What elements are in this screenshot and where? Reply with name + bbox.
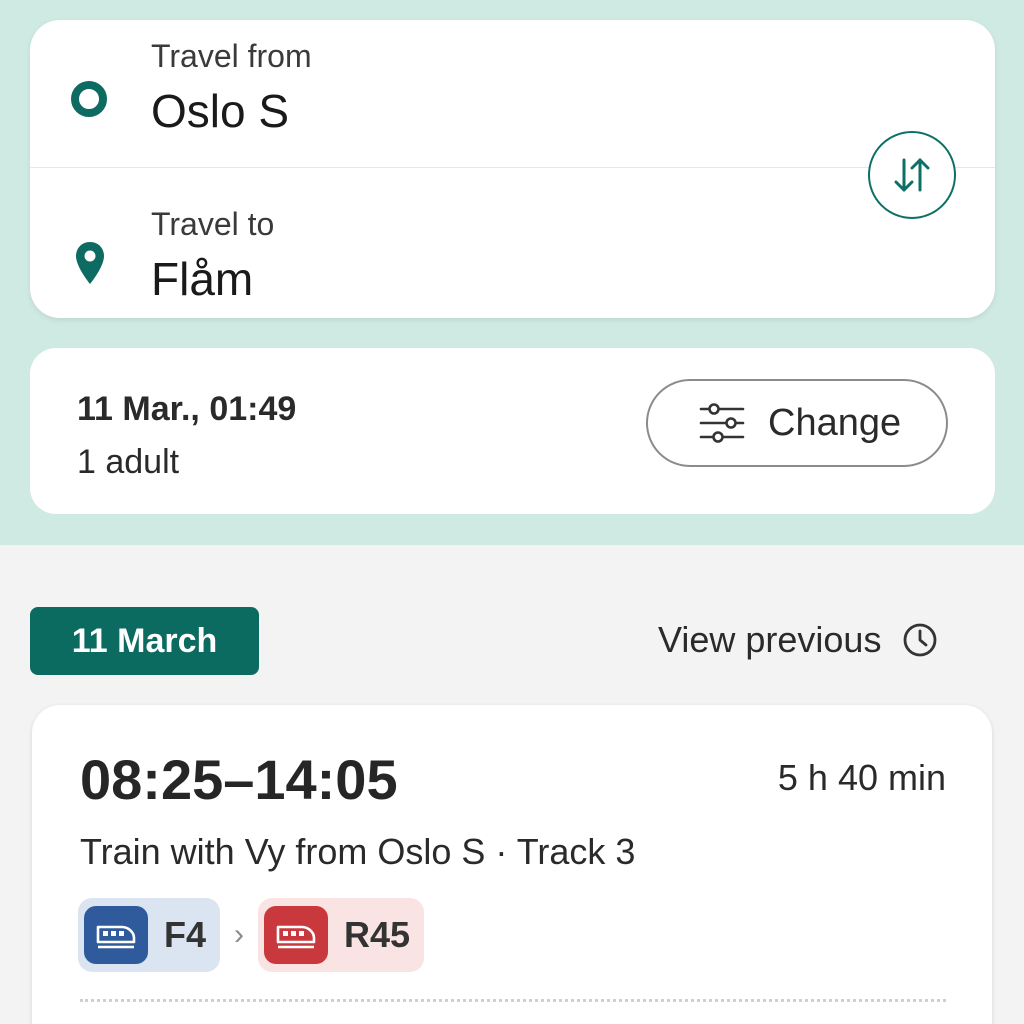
chevron-right-icon: › bbox=[234, 918, 245, 951]
leg-line-label: R45 bbox=[344, 914, 411, 955]
trip-description: Train with Vy from Oslo S · Track 3 bbox=[80, 831, 636, 872]
leg-chip-f4: F4 bbox=[78, 898, 221, 972]
trip-divider bbox=[80, 999, 946, 1002]
view-previous-label: View previous bbox=[658, 619, 882, 660]
results-date-badge: 11 March bbox=[30, 607, 259, 675]
trip-times: 08:25–14:05 bbox=[80, 748, 398, 811]
train-icon bbox=[84, 906, 148, 964]
leg-line-label: F4 bbox=[164, 914, 207, 955]
trip-result-card[interactable]: 08:25–14:05 5 h 40 min Train with Vy fro… bbox=[32, 705, 992, 1024]
travel-to-value: Flåm bbox=[151, 253, 254, 305]
travel-from-label: Travel from bbox=[151, 38, 312, 74]
change-label: Change bbox=[768, 401, 902, 444]
leg-chip-r45: R45 bbox=[258, 898, 425, 972]
origin-circle-icon bbox=[71, 81, 107, 117]
travel-to-label: Travel to bbox=[151, 206, 275, 242]
train-icon bbox=[264, 906, 329, 964]
route-card: Travel from Oslo S Travel to Flåm bbox=[30, 20, 995, 318]
swap-vertical-icon bbox=[894, 158, 930, 192]
passenger-count: 1 adult bbox=[77, 443, 180, 481]
clock-icon bbox=[904, 623, 937, 657]
view-previous-button[interactable]: View previous bbox=[658, 615, 939, 665]
travel-from-value: Oslo S bbox=[151, 85, 290, 137]
travel-from-field[interactable]: Travel from Oslo S bbox=[30, 20, 995, 168]
travel-to-field[interactable]: Travel to Flåm bbox=[30, 168, 995, 316]
change-button[interactable]: Change bbox=[646, 379, 948, 467]
location-pin-icon bbox=[76, 242, 104, 284]
trip-legs: F4 › R45 bbox=[78, 898, 425, 972]
date-passenger-card: 11 Mar., 01:49 1 adult Change bbox=[30, 348, 995, 514]
sliders-icon bbox=[699, 403, 745, 443]
departure-date-time: 11 Mar., 01:49 bbox=[77, 390, 297, 428]
trip-duration: 5 h 40 min bbox=[777, 757, 946, 798]
swap-button[interactable] bbox=[868, 131, 956, 219]
search-header: Travel from Oslo S Travel to Flåm 11 Mar… bbox=[0, 0, 1024, 545]
